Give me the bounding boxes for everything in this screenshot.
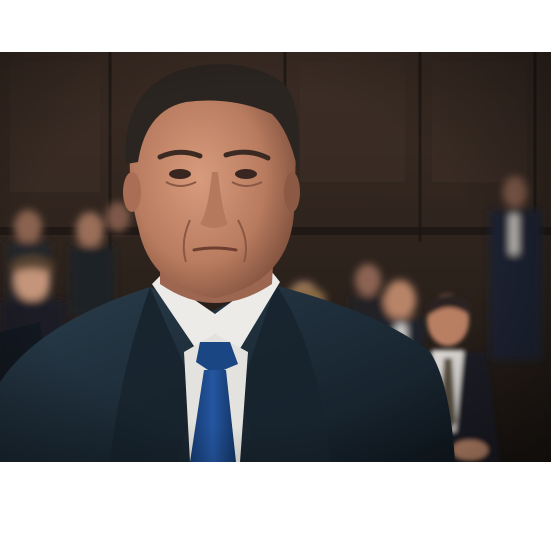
letterbox-bottom bbox=[0, 462, 551, 551]
film-still bbox=[0, 52, 551, 462]
letterbox-top bbox=[0, 0, 551, 52]
image-viewer bbox=[0, 0, 551, 551]
film-still-illustration bbox=[0, 52, 551, 462]
